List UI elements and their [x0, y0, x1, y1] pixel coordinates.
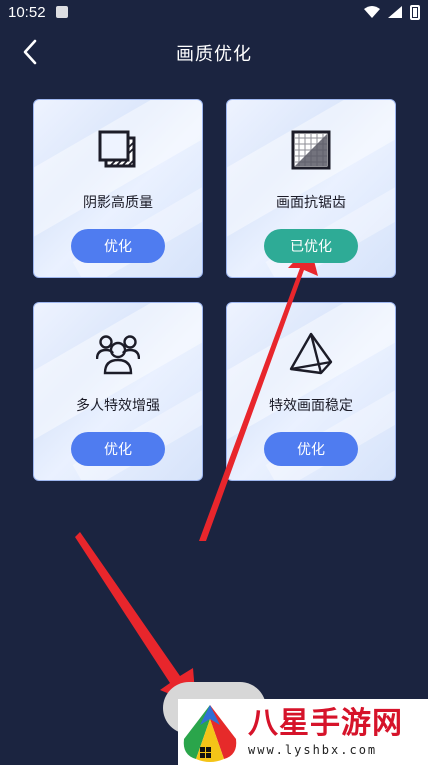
watermark-title: 八星手游网 [248, 706, 403, 741]
pyramid-icon [289, 332, 333, 375]
card-antialiasing: 画面抗锯齿 已优化 [226, 99, 396, 278]
arrow-down [75, 532, 196, 705]
wifi-icon [364, 6, 380, 18]
status-bar: 10:52 [0, 0, 428, 24]
status-time: 10:52 [8, 3, 46, 21]
battery-icon [410, 4, 420, 20]
card-label: 画面抗锯齿 [276, 195, 346, 211]
card-effect-stability: 特效画面稳定 优化 [226, 302, 396, 481]
card-label: 特效画面稳定 [269, 398, 353, 414]
status-icons [364, 4, 420, 20]
multi-user-icon [96, 335, 140, 375]
card-shadow-quality: 阴影高质量 优化 [33, 99, 203, 278]
optimization-grid: 阴影高质量 优化 画面抗锯齿 已优化 多人特效增强 优化 特效画面稳定 优化 [33, 99, 396, 483]
card-multi-effects: 多人特效增强 优化 [33, 302, 203, 481]
optimize-button-shadow[interactable]: 优化 [71, 229, 165, 263]
signal-icon [388, 6, 402, 18]
antialias-grid-icon [291, 130, 331, 170]
header: 画质优化 [0, 32, 428, 72]
watermark-url: www.lyshbx.com [248, 743, 378, 757]
card-label: 多人特效增强 [76, 398, 160, 414]
card-label: 阴影高质量 [83, 195, 153, 211]
watermark: 八星手游网 www.lyshbx.com [178, 699, 428, 765]
shadow-layers-icon [98, 130, 136, 168]
notification-icon [55, 6, 68, 18]
optimize-button-stability[interactable]: 优化 [264, 432, 358, 466]
optimize-button-multi[interactable]: 优化 [71, 432, 165, 466]
page-title: 画质优化 [176, 44, 252, 65]
watermark-logo [183, 705, 237, 762]
optimized-button-antialias[interactable]: 已优化 [264, 229, 358, 263]
